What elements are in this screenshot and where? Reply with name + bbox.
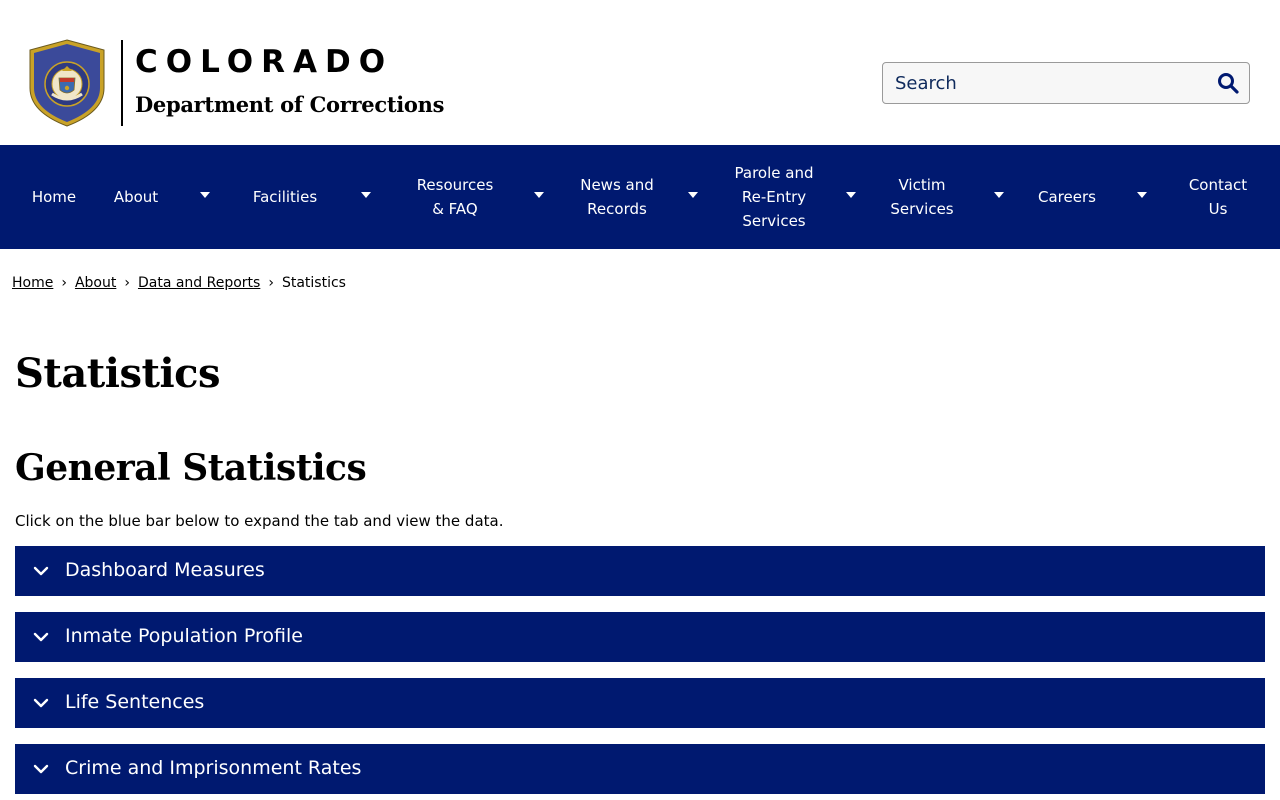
nav-item-about[interactable]: About <box>100 145 172 249</box>
accordion-label: Crime and Imprisonment Rates <box>65 757 362 779</box>
instructions-text: Click on the blue bar below to expand th… <box>15 512 504 530</box>
breadcrumb-separator: › <box>268 275 274 291</box>
nav-label: About <box>113 188 159 206</box>
brand-title[interactable]: COLORADO <box>135 44 393 80</box>
site-header: COLORADO Department of Corrections <box>0 0 1280 145</box>
nav-item-home[interactable]: Home <box>14 145 94 249</box>
nav-label: Resources & FAQ <box>416 176 494 218</box>
nav-label: Contact Us <box>1188 176 1248 218</box>
nav-label: Victim Services <box>890 176 954 218</box>
chevron-down-icon <box>33 632 49 642</box>
department-seal-logo[interactable] <box>28 38 106 128</box>
chevron-down-icon[interactable] <box>361 192 371 198</box>
breadcrumb-link-home[interactable]: Home <box>12 275 53 291</box>
chevron-down-icon <box>33 764 49 774</box>
search-input[interactable] <box>883 63 1203 103</box>
main-nav: Home About Facilities Resources & FAQ Ne… <box>0 145 1280 249</box>
brand-subtitle[interactable]: Department of Corrections <box>135 92 444 117</box>
search-icon <box>1218 72 1239 94</box>
chevron-down-icon <box>33 698 49 708</box>
nav-item-parole-reentry[interactable]: Parole and Re-Entry Services <box>724 145 824 249</box>
logo-divider <box>121 40 123 126</box>
section-title: General Statistics <box>15 447 367 489</box>
chevron-down-icon <box>33 566 49 576</box>
accordion-crime-imprisonment-rates[interactable]: Crime and Imprisonment Rates <box>15 744 1265 794</box>
accordion-life-sentences[interactable]: Life Sentences <box>15 678 1265 728</box>
search-button[interactable] <box>1213 69 1243 99</box>
nav-item-contact-us[interactable]: Contact Us <box>1180 145 1256 249</box>
breadcrumb-link-data-reports[interactable]: Data and Reports <box>138 275 260 291</box>
nav-label: Careers <box>1038 188 1096 206</box>
search-box <box>882 62 1250 104</box>
accordion-label: Inmate Population Profile <box>65 625 303 647</box>
breadcrumb-separator: › <box>124 275 130 291</box>
breadcrumb-link-about[interactable]: About <box>75 275 116 291</box>
chevron-down-icon[interactable] <box>688 192 698 198</box>
nav-item-facilities[interactable]: Facilities <box>240 145 330 249</box>
page-title: Statistics <box>15 350 221 397</box>
breadcrumb-separator: › <box>61 275 67 291</box>
accordion-inmate-population-profile[interactable]: Inmate Population Profile <box>15 612 1265 662</box>
accordion-dashboard-measures[interactable]: Dashboard Measures <box>15 546 1265 596</box>
accordion-label: Dashboard Measures <box>65 559 265 581</box>
chevron-down-icon[interactable] <box>200 192 210 198</box>
chevron-down-icon[interactable] <box>1137 192 1147 198</box>
chevron-down-icon[interactable] <box>994 192 1004 198</box>
nav-label: Home <box>31 188 77 206</box>
nav-item-careers[interactable]: Careers <box>1030 145 1104 249</box>
breadcrumb-current: Statistics <box>281 275 346 291</box>
nav-item-resources-faq[interactable]: Resources & FAQ <box>410 145 500 249</box>
nav-label: Facilities <box>252 188 318 206</box>
nav-label: Parole and Re-Entry Services <box>734 164 814 230</box>
breadcrumb: Home › About › Data and Reports › Statis… <box>12 275 346 291</box>
chevron-down-icon[interactable] <box>534 192 544 198</box>
chevron-down-icon[interactable] <box>846 192 856 198</box>
nav-item-victim-services[interactable]: Victim Services <box>882 145 962 249</box>
nav-item-news-records[interactable]: News and Records <box>572 145 662 249</box>
nav-label: News and Records <box>580 176 654 218</box>
accordion-label: Life Sentences <box>65 691 205 713</box>
